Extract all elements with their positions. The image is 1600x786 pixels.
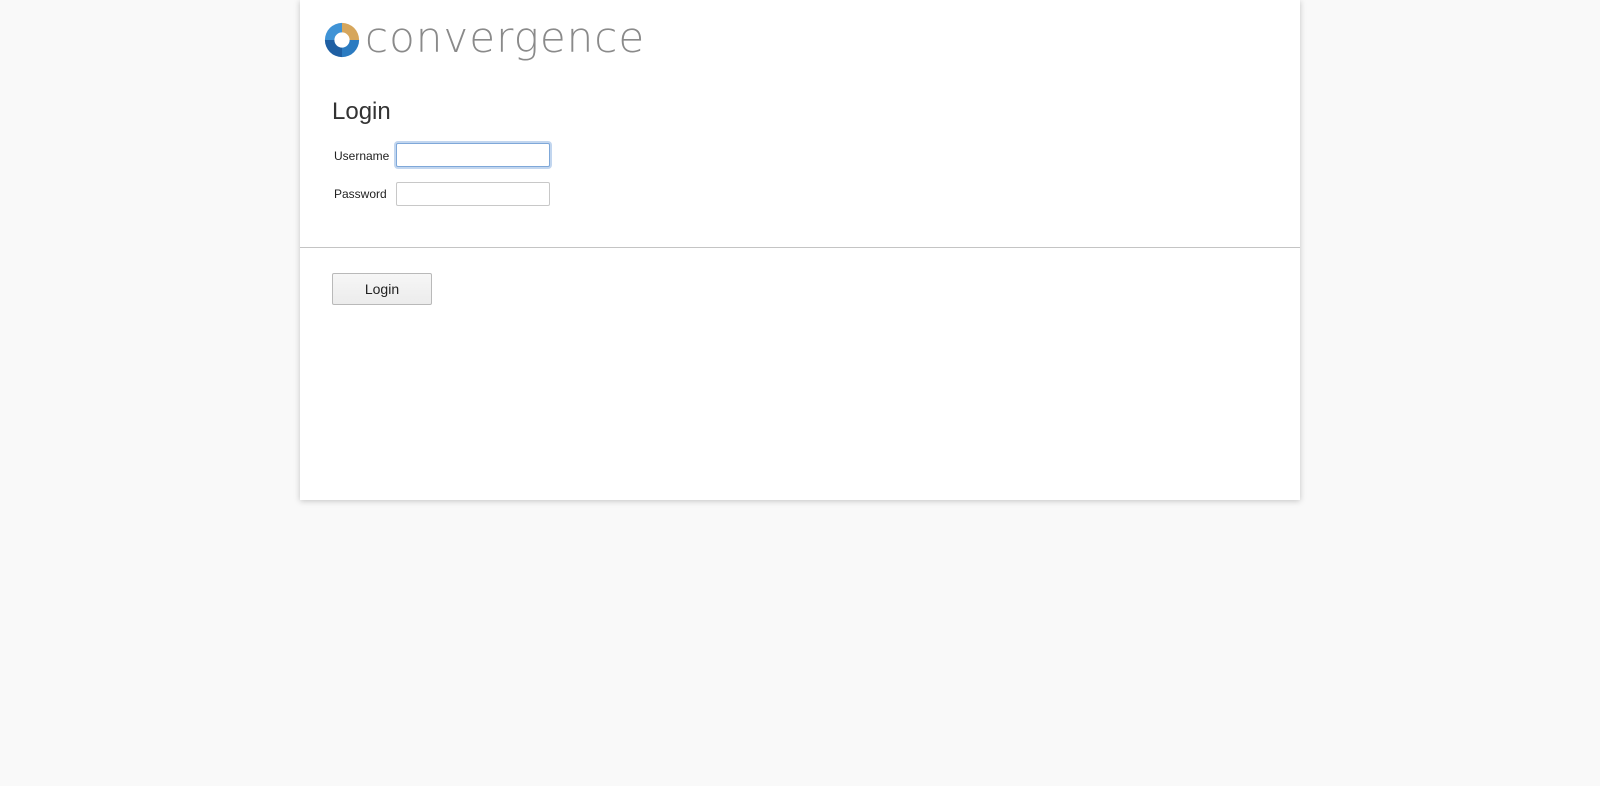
logo-wordmark: convergence: [365, 13, 646, 62]
login-button[interactable]: Login: [332, 273, 432, 305]
username-input[interactable]: [396, 143, 550, 167]
username-label: Username: [334, 149, 390, 163]
convergence-logo: convergence: [323, 13, 646, 62]
logo-swirl-icon: [323, 21, 361, 59]
password-label: Password: [334, 187, 387, 201]
section-divider: [300, 247, 1300, 248]
page-title: Login: [332, 98, 391, 125]
login-panel: convergence Login Username Password Logi…: [300, 0, 1300, 500]
password-input[interactable]: [396, 182, 550, 206]
